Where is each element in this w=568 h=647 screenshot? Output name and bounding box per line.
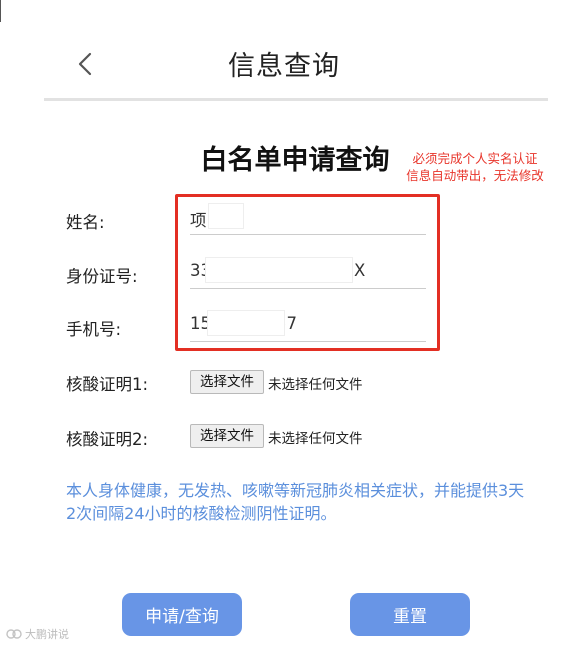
auto-filled-highlight (175, 194, 440, 351)
annotation-line-1: 必须完成个人实名认证 (412, 151, 538, 166)
watermark-text: 大鹏讲说 (25, 628, 69, 641)
nucleic-cert-2-label: 核酸证明2: (66, 430, 149, 449)
corner-mark (0, 0, 1, 22)
choose-file-2-button[interactable]: 选择文件 (190, 424, 264, 448)
health-declaration: 本人身体健康，无发热、咳嗽等新冠肺炎相关症状，并能提供3天2次间隔24小时的核酸… (66, 481, 525, 523)
nucleic-cert-1-label: 核酸证明1: (66, 375, 149, 394)
phone-label: 手机号: (66, 320, 122, 339)
logo-icon (6, 629, 22, 639)
annotation-line-2: 信息自动带出，无法修改 (406, 168, 544, 183)
reset-button[interactable]: 重置 (350, 593, 470, 636)
file-2-status: 未选择任何文件 (268, 431, 363, 447)
annotation-note: 必须完成个人实名认证 信息自动带出，无法修改 (390, 150, 560, 184)
id-number-label: 身份证号: (66, 267, 138, 286)
submit-query-button[interactable]: 申请/查询 (122, 593, 242, 636)
name-label: 姓名: (66, 213, 105, 232)
info-query-page: 信息查询 白名单申请查询 必须完成个人实名认证 信息自动带出，无法修改 姓名: … (0, 0, 568, 647)
watermark: 大鹏讲说 (6, 626, 69, 642)
page-title: 信息查询 (228, 51, 340, 82)
file-1-status: 未选择任何文件 (268, 377, 363, 393)
form-title: 白名单申请查询 (200, 145, 390, 176)
choose-file-1-button[interactable]: 选择文件 (190, 370, 264, 394)
header-divider (44, 98, 548, 101)
